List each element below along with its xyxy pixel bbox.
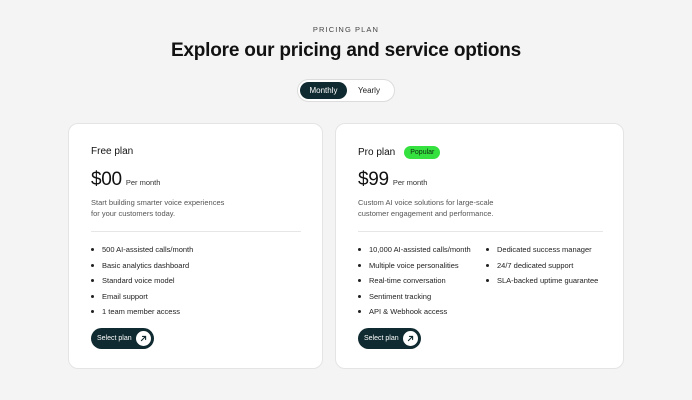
description-line: customer engagement and performance. (358, 209, 494, 218)
feature-list-col1: 10,000 AI-assisted calls/month Multiple … (358, 242, 471, 320)
price-amount: $99 (358, 169, 389, 190)
feature-label: Basic analytics dashboard (102, 260, 190, 270)
price-amount: $00 (91, 169, 122, 190)
page-title: Explore our pricing and service options (170, 40, 522, 61)
bullet-icon (486, 248, 489, 252)
plan-description: Start building smarter voice experiences… (91, 197, 224, 219)
feature-label: Standard voice model (102, 276, 175, 286)
select-plan-button-free[interactable]: Select plan (91, 328, 154, 349)
feature-list-col2: Dedicated success manager 24/7 dedicated… (486, 242, 598, 289)
feature-label: Email support (102, 291, 148, 301)
bullet-icon (358, 310, 361, 314)
feature-label: 500 AI-assisted calls/month (102, 245, 194, 255)
select-plan-button-pro[interactable]: Select plan (358, 328, 421, 349)
price-period: Per month (125, 178, 161, 187)
plan-card-free: Free plan $00 Per month Start building s… (68, 123, 323, 369)
plan-price: $99 Per month (358, 169, 427, 191)
plan-description: Custom AI voice solutions for large-scal… (358, 197, 494, 219)
feature-label: Dedicated success manager (497, 245, 592, 255)
bullet-icon (358, 248, 361, 252)
feature-item: API & Webhook access (358, 304, 471, 320)
bullet-icon (91, 279, 94, 283)
bullet-icon (486, 279, 489, 283)
description-line: Start building smarter voice experiences (91, 198, 225, 207)
billing-toggle: Monthly Yearly (297, 79, 395, 102)
feature-label: 1 team member access (102, 307, 180, 317)
pricing-eyebrow: PRICING PLAN (312, 25, 380, 34)
feature-label: API & Webhook access (369, 307, 448, 317)
feature-item: Real-time conversation (358, 273, 471, 289)
bullet-icon (91, 248, 94, 252)
bullet-icon (91, 294, 94, 298)
plan-price: $00 Per month (91, 169, 160, 191)
arrow-up-right-icon (136, 331, 151, 346)
bullet-icon (486, 263, 489, 267)
feature-list: 500 AI-assisted calls/month Basic analyt… (91, 242, 193, 320)
plan-name-label: Pro plan (358, 147, 396, 158)
plan-card-pro: Pro plan Popular $99 Per month Custom AI… (335, 123, 624, 369)
feature-label: SLA-backed uptime guarantee (497, 276, 599, 286)
bullet-icon (358, 279, 361, 283)
select-plan-label: Select plan (97, 335, 132, 342)
description-line: for your customers today. (91, 209, 176, 218)
feature-item: 24/7 dedicated support (486, 258, 598, 274)
feature-label: Multiple voice personalities (369, 260, 459, 270)
bullet-icon (358, 294, 361, 298)
feature-label: 10,000 AI-assisted calls/month (369, 245, 471, 255)
feature-item: 1 team member access (91, 304, 193, 320)
bullet-icon (358, 263, 361, 267)
arrow-up-right-icon (403, 331, 418, 346)
feature-label: Real-time conversation (369, 276, 446, 286)
toggle-monthly[interactable]: Monthly (300, 82, 347, 99)
feature-item: Email support (91, 289, 193, 305)
popular-badge: Popular (404, 146, 441, 159)
feature-item: Dedicated success manager (486, 242, 598, 258)
price-period: Per month (392, 178, 428, 187)
feature-item: Sentiment tracking (358, 289, 471, 305)
plan-name-label: Free plan (91, 146, 134, 157)
feature-item: Basic analytics dashboard (91, 258, 193, 274)
bullet-icon (91, 310, 94, 314)
feature-item: Standard voice model (91, 273, 193, 289)
select-plan-label: Select plan (364, 335, 399, 342)
feature-item: Multiple voice personalities (358, 258, 471, 274)
feature-item: SLA-backed uptime guarantee (486, 273, 598, 289)
feature-item: 500 AI-assisted calls/month (91, 242, 193, 258)
bullet-icon (91, 263, 94, 267)
toggle-yearly[interactable]: Yearly (347, 82, 391, 99)
plan-name: Pro plan Popular (358, 146, 441, 159)
divider (358, 231, 603, 232)
plan-name: Free plan (91, 146, 133, 157)
feature-item: 10,000 AI-assisted calls/month (358, 242, 471, 258)
description-line: Custom AI voice solutions for large-scal… (358, 198, 494, 207)
feature-label: Sentiment tracking (369, 291, 432, 301)
divider (91, 231, 301, 232)
feature-label: 24/7 dedicated support (497, 260, 574, 270)
